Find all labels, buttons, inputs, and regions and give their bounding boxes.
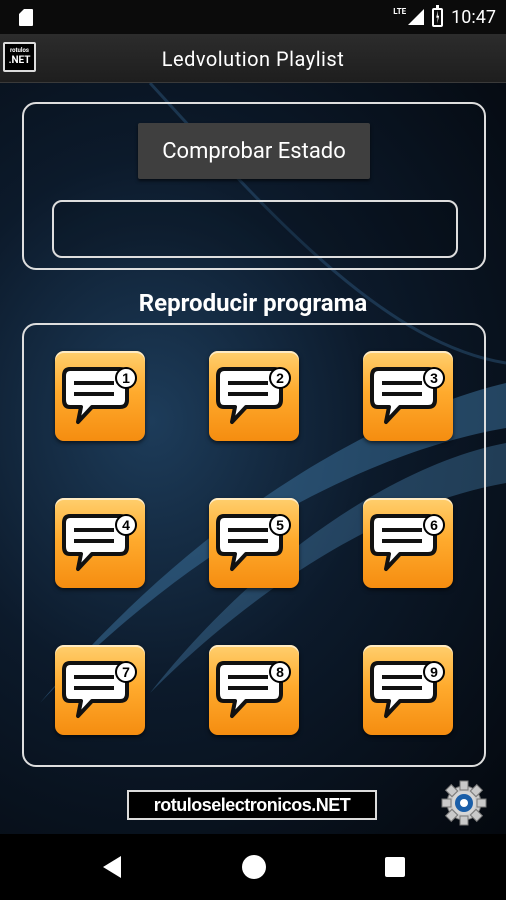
app-bar: rotulos .NET Ledvolution Playlist — [0, 34, 506, 83]
program-button-6[interactable]: 6 — [363, 498, 453, 588]
navigation-bar — [0, 834, 506, 900]
program-button-3[interactable]: 3 — [363, 351, 453, 441]
brand-logo[interactable]: rotuloselectronicos.NET — [127, 790, 377, 820]
main-content: Comprobar Estado Reproducir programa 1 2… — [0, 83, 506, 834]
program-number-badge: 9 — [423, 661, 445, 683]
program-button-7[interactable]: 7 — [55, 645, 145, 735]
home-icon[interactable] — [242, 855, 266, 879]
check-status-button[interactable]: Comprobar Estado — [138, 123, 370, 179]
sim-card-icon — [19, 9, 33, 26]
app-title: Ledvolution Playlist — [161, 47, 345, 71]
program-number-badge: 1 — [115, 367, 137, 389]
program-number-badge: 3 — [423, 367, 445, 389]
program-button-1[interactable]: 1 — [55, 351, 145, 441]
program-number-badge: 4 — [115, 514, 137, 536]
back-icon[interactable] — [103, 856, 121, 878]
program-number-badge: 7 — [115, 661, 137, 683]
program-button-2[interactable]: 2 — [209, 351, 299, 441]
clock: 10:47 — [451, 6, 496, 28]
program-button-4[interactable]: 4 — [55, 498, 145, 588]
section-heading: Reproducir programa — [138, 289, 368, 317]
program-number-badge: 2 — [269, 367, 291, 389]
program-button-8[interactable]: 8 — [209, 645, 299, 735]
program-number-badge: 5 — [269, 514, 291, 536]
program-grid-panel: 1 2 3 4 5 6 7 8 9 — [22, 323, 486, 767]
program-number-badge: 8 — [269, 661, 291, 683]
program-button-5[interactable]: 5 — [209, 498, 299, 588]
gear-icon[interactable] — [441, 780, 487, 826]
program-button-9[interactable]: 9 — [363, 645, 453, 735]
recents-icon[interactable] — [385, 857, 405, 877]
status-bar: LTE 10:47 — [0, 0, 506, 34]
status-panel: Comprobar Estado — [22, 102, 486, 270]
battery-charging-icon — [432, 4, 444, 27]
program-number-badge: 6 — [423, 514, 445, 536]
network-type: LTE — [393, 6, 407, 16]
signal-icon — [408, 9, 425, 25]
status-display-field — [52, 200, 458, 258]
